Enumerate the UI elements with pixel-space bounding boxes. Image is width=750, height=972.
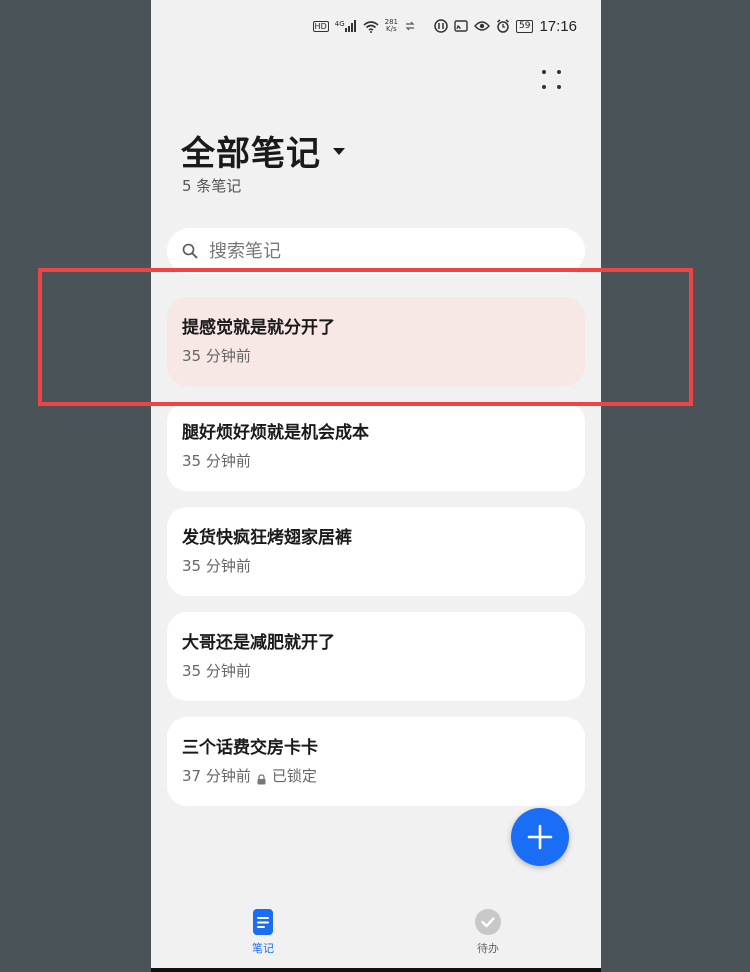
dot <box>557 85 561 89</box>
lock-icon <box>257 771 266 784</box>
add-note-button[interactable] <box>511 808 569 866</box>
dot <box>542 70 546 74</box>
note-meta: 37 分钟前 已锁定 <box>182 765 585 786</box>
dropdown-caret-icon <box>333 148 345 155</box>
note-title: 三个话费交房卡卡 <box>182 738 318 758</box>
page-title: 全部笔记 <box>181 134 321 174</box>
network-speed: 281 K/s <box>385 19 398 33</box>
note-time: 35 分钟前 <box>182 452 251 470</box>
note-title: 大哥还是减肥就开了 <box>182 633 335 653</box>
cellular-signal-icon: 4G <box>335 20 357 32</box>
note-title: 发货快疯狂烤翅家居裤 <box>182 528 352 548</box>
note-count: 5 条笔记 <box>182 177 242 195</box>
network-speed-unit: K/s <box>386 25 397 33</box>
plus-icon <box>527 824 553 850</box>
search-input[interactable] <box>207 239 561 263</box>
tab-todo-label: 待办 <box>477 942 499 955</box>
note-card[interactable]: 发货快疯狂烤翅家居裤 35 分钟前 <box>167 507 585 596</box>
note-meta: 35 分钟前 <box>182 660 585 681</box>
hd-icon: HD <box>312 20 329 32</box>
note-time: 35 分钟前 <box>182 347 251 365</box>
folder-selector[interactable]: 全部笔记 <box>181 126 345 175</box>
wifi-icon <box>363 20 379 33</box>
note-time: 35 分钟前 <box>182 662 251 680</box>
search-bar[interactable] <box>167 228 585 274</box>
note-meta: 35 分钟前 <box>182 555 585 576</box>
notes-tab-icon <box>253 909 273 935</box>
locked-label: 已锁定 <box>271 767 317 785</box>
network-type-label: 4G <box>334 20 345 28</box>
note-title: 提感觉就是就分开了 <box>182 318 335 338</box>
tab-todo[interactable]: 待办 <box>458 908 518 956</box>
status-bar: HD 4G 281 K/s 59 17:16 <box>312 14 577 38</box>
tab-notes[interactable]: 笔记 <box>233 908 293 956</box>
search-icon <box>181 242 199 260</box>
phone-screen: HD 4G 281 K/s 59 17:16 全部笔记 5 条笔记 搜索笔记 提… <box>151 0 601 968</box>
note-meta: 35 分钟前 <box>182 450 585 471</box>
note-card[interactable]: 三个话费交房卡卡 37 分钟前 已锁定 <box>167 717 585 806</box>
tab-notes-label: 笔记 <box>252 942 274 955</box>
dot <box>542 85 546 89</box>
note-meta: 35 分钟前 <box>182 345 585 366</box>
note-time: 35 分钟前 <box>182 557 251 575</box>
data-transfer-icon <box>404 20 416 32</box>
note-time: 37 分钟前 <box>182 767 251 785</box>
clock: 17:16 <box>539 17 577 35</box>
nfc-icon <box>434 19 448 33</box>
bottom-edge <box>151 968 601 972</box>
battery-icon: 59 <box>516 19 534 33</box>
note-title: 腿好烦好烦就是机会成本 <box>182 423 369 443</box>
eye-comfort-icon <box>474 20 490 32</box>
dot <box>557 70 561 74</box>
note-card[interactable]: 提感觉就是就分开了 35 分钟前 <box>167 297 585 386</box>
check-circle-icon <box>475 909 501 935</box>
more-options-button[interactable] <box>542 70 564 92</box>
alarm-icon <box>496 19 510 33</box>
note-card[interactable]: 大哥还是减肥就开了 35 分钟前 <box>167 612 585 701</box>
screencast-icon <box>454 19 468 33</box>
note-card[interactable]: 腿好烦好烦就是机会成本 35 分钟前 <box>167 402 585 491</box>
